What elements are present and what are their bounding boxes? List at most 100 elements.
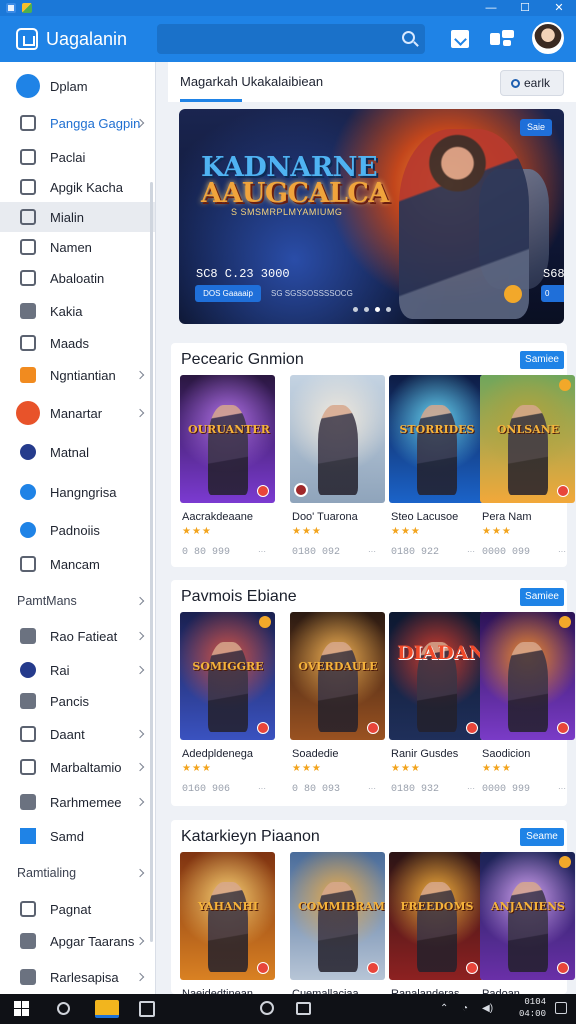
game-card[interactable]: DIADAN Ranir Gusdes ★★★ 0180 932 ··· (389, 612, 484, 802)
carousel-dot[interactable] (386, 307, 391, 312)
sidebar-item-1[interactable]: Dplam (0, 71, 155, 101)
sidebar-item-15[interactable]: Mancam (0, 549, 155, 579)
chevron-right-icon (135, 729, 145, 739)
monitor-icon[interactable] (296, 1002, 311, 1015)
game-card[interactable]: SOMIGGRE Adedpldenega ★★★ 0160 906 ··· (180, 612, 275, 802)
home-logo-icon[interactable] (16, 28, 38, 50)
chevron-right-icon[interactable] (135, 596, 145, 606)
clock[interactable]: 0104 04:00 (516, 996, 546, 1020)
search-input[interactable] (157, 24, 425, 54)
game-card[interactable]: FREEDOMSRanalanderas (389, 852, 484, 1000)
game-cover-image[interactable] (290, 375, 385, 503)
sidebar-scrollbar[interactable] (150, 182, 153, 942)
see-more-button[interactable]: Seame (520, 828, 564, 846)
game-card[interactable]: STORRIDES Steo Lacusoe ★★★ 0180 922 ··· (389, 375, 484, 565)
sidebar-item-7[interactable]: Samd (0, 821, 155, 851)
more-icon[interactable]: ··· (467, 784, 475, 793)
notification-icon[interactable] (555, 1002, 567, 1014)
carousel-dot[interactable] (364, 307, 369, 312)
more-icon[interactable]: ··· (258, 547, 266, 556)
sidebar-item-1[interactable]: Pagnat (0, 894, 155, 924)
game-cover-image[interactable]: YAHANHI (180, 852, 275, 980)
game-cover-image[interactable] (480, 612, 575, 740)
tab-search-button[interactable]: earlk (500, 70, 564, 96)
game-cover-image[interactable]: OVERDAULE (290, 612, 385, 740)
see-more-button[interactable]: Samiee (520, 588, 564, 606)
sidebar-item-3[interactable]: Pancis (0, 686, 155, 716)
sidebar-item-8[interactable]: Kakia (0, 296, 155, 326)
file-explorer-icon[interactable] (95, 1000, 119, 1018)
start-icon[interactable] (14, 1001, 30, 1017)
game-cover-image[interactable]: STORRIDES (389, 375, 484, 503)
sidebar-item-12[interactable]: Matnal (0, 437, 155, 467)
sidebar-item-14[interactable]: Padnoiis (0, 515, 155, 545)
sidebar-item-10[interactable]: Ngntiantian (0, 360, 155, 390)
minimize-button[interactable]: — (474, 0, 508, 16)
hero-secondary-button[interactable]: 0 (541, 285, 564, 302)
maximize-button[interactable]: ☐ (508, 0, 542, 16)
hero-banner[interactable]: KADNARNE AAUGCALCA S SMSMRPLMYAMIUMG Sai… (179, 109, 564, 324)
sidebar-item-2[interactable]: Apgar Taarans (0, 926, 155, 956)
sidebar-item-13[interactable]: Hangngrisa (0, 477, 155, 507)
tool2-icon (20, 693, 36, 709)
see-more-button[interactable]: Samiee (520, 351, 564, 369)
more-icon[interactable]: ··· (368, 547, 376, 556)
sidebar-item-9[interactable]: Maads (0, 328, 155, 358)
sidebar-item-5[interactable]: Marbaltamio (0, 752, 155, 782)
app-window-icon (6, 3, 16, 13)
game-cover-image[interactable]: ONLSANE (480, 375, 575, 503)
chevron-up-icon[interactable]: ⌃ (440, 1003, 448, 1014)
game-cover-image[interactable]: SOMIGGRE (180, 612, 275, 740)
hero-badge[interactable]: Saie (520, 119, 552, 136)
sidebar-item-4[interactable]: Daant (0, 719, 155, 749)
sidebar-item-7[interactable]: Abaloatin (0, 263, 155, 293)
game-card[interactable]: OVERDAULE Soadedie ★★★ 0 80 093 ··· (290, 612, 385, 802)
sidebar-item-3[interactable]: Rarlesapisa (0, 962, 155, 992)
game-cover-image[interactable]: COMMIBRAM (290, 852, 385, 980)
carousel-dots[interactable] (353, 307, 391, 312)
sidebar-item-11[interactable]: Manartar (0, 398, 155, 428)
game-character-figure (208, 882, 248, 972)
close-button[interactable]: ✕ (542, 0, 576, 16)
search-icon[interactable] (402, 31, 415, 44)
more-icon[interactable]: ··· (467, 547, 475, 556)
sidebar-item-3[interactable]: Paclai (0, 142, 155, 172)
more-icon[interactable]: ··· (558, 784, 566, 793)
user-avatar[interactable] (532, 22, 564, 54)
game-card[interactable]: ANJANIENSPadoan (480, 852, 575, 1000)
sidebar-item-6[interactable]: Namen (0, 232, 155, 262)
game-cover-image[interactable]: DIADAN (389, 612, 484, 740)
game-card[interactable]: Saodicion ★★★ 0000 999 ··· (480, 612, 575, 802)
tab-active[interactable]: Magarkah Ukakalaibiean (180, 74, 323, 89)
taskbar-search2-icon[interactable] (260, 1001, 274, 1015)
network-icon[interactable]: ◔ (462, 1003, 468, 1014)
calendar-icon[interactable] (139, 1001, 155, 1017)
chevron-right-icon[interactable] (135, 868, 145, 878)
game-card[interactable]: YAHANHINaeidedtinean (180, 852, 275, 1000)
game-card[interactable]: COMMIBRAMCuemallaciaa (290, 852, 385, 1000)
sidebar-item-1[interactable]: Rao Fatieat (0, 621, 155, 651)
carousel-dot[interactable] (353, 307, 358, 312)
more-icon[interactable]: ··· (368, 784, 376, 793)
search-bar[interactable] (157, 24, 425, 54)
more-icon[interactable]: ··· (258, 784, 266, 793)
game-cover-image[interactable]: OURUANTER (180, 375, 275, 503)
sidebar-item-5[interactable]: Mialin (0, 202, 155, 232)
game-cover-image[interactable]: FREEDOMS (389, 852, 484, 980)
controller-icon[interactable] (490, 30, 514, 48)
library-icon[interactable] (451, 30, 469, 48)
app-header: Uagalanin (0, 16, 576, 62)
game-card[interactable]: ONLSANE Pera Nam ★★★ 0000 099 ··· (480, 375, 575, 565)
game-card[interactable]: OURUANTER Aacrakdeaane ★★★ 0 80 999 ··· (180, 375, 275, 565)
game-cover-image[interactable]: ANJANIENS (480, 852, 575, 980)
sidebar-item-6[interactable]: Rarhmemee (0, 787, 155, 817)
taskbar-search-icon[interactable] (57, 1002, 70, 1015)
sidebar-item-4[interactable]: Apgik Kacha (0, 172, 155, 202)
carousel-dot[interactable] (375, 307, 380, 312)
game-card[interactable]: Doo' Tuarona ★★★ 0180 092 ··· (290, 375, 385, 565)
hero-primary-button[interactable]: DOS Gaaaaip (195, 285, 261, 302)
sidebar-item-2[interactable]: Pangga Gagpin (0, 108, 155, 138)
sidebar-item-2[interactable]: Rai (0, 655, 155, 685)
more-icon[interactable]: ··· (558, 547, 566, 556)
volume-icon[interactable]: ◀) (482, 1003, 493, 1014)
